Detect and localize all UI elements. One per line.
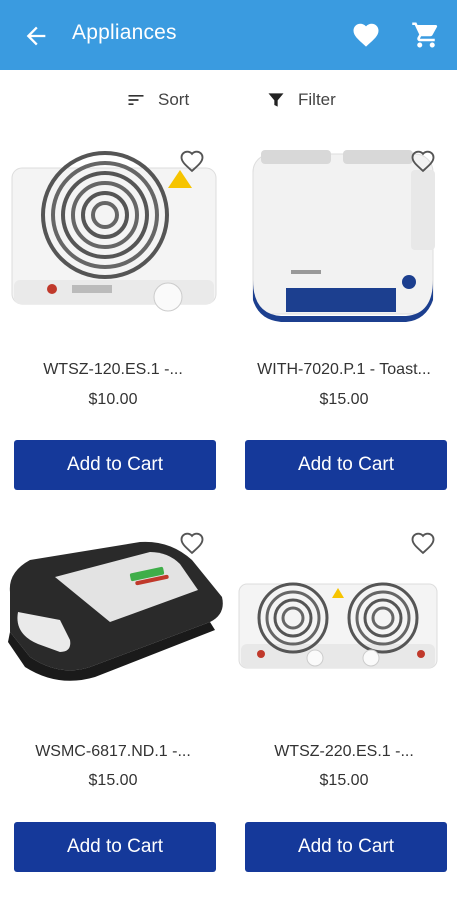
- sort-filter-bar: Sort Filter: [0, 80, 457, 120]
- arrow-left-icon[interactable]: [22, 22, 50, 50]
- product-name[interactable]: WSMC-6817.ND.1 -...: [0, 743, 226, 761]
- product-name[interactable]: WTSZ-120.ES.1 -...: [0, 361, 226, 379]
- product-name[interactable]: WTSZ-220.ES.1 -...: [231, 743, 457, 761]
- product-card[interactable]: WITH-7020.P.1 - Toast... $15.00 Add to C…: [231, 140, 457, 500]
- heart-icon[interactable]: [351, 20, 381, 50]
- product-price: $15.00: [319, 772, 369, 789]
- product-price: $15.00: [319, 391, 369, 408]
- add-to-cart-button[interactable]: Add to Cart: [14, 822, 216, 872]
- filter-button[interactable]: Filter: [266, 86, 336, 114]
- add-to-cart-button[interactable]: Add to Cart: [245, 440, 447, 490]
- app-bar: Appliances: [0, 0, 457, 70]
- add-to-cart-button[interactable]: Add to Cart: [14, 440, 216, 490]
- product-name[interactable]: WITH-7020.P.1 - Toast...: [231, 361, 457, 379]
- product-card[interactable]: WTSZ-220.ES.1 -... $15.00 Add to Cart: [231, 522, 457, 882]
- heart-outline-icon[interactable]: [409, 147, 437, 175]
- sort-label: Sort: [158, 90, 190, 109]
- product-card[interactable]: WTSZ-120.ES.1 -... $10.00 Add to Cart: [0, 140, 226, 500]
- sort-button[interactable]: Sort: [126, 86, 189, 114]
- product-price: $15.00: [88, 772, 138, 789]
- heart-outline-icon[interactable]: [178, 529, 206, 557]
- product-card[interactable]: WSMC-6817.ND.1 -... $15.00 Add to Cart: [0, 522, 226, 882]
- page-title: Appliances: [72, 21, 177, 44]
- filter-icon: [268, 93, 284, 107]
- heart-outline-icon[interactable]: [178, 147, 206, 175]
- cart-icon[interactable]: [411, 20, 441, 50]
- add-to-cart-button[interactable]: Add to Cart: [245, 822, 447, 872]
- sort-icon: [128, 95, 144, 105]
- heart-outline-icon[interactable]: [409, 529, 437, 557]
- filter-label: Filter: [298, 90, 336, 109]
- product-price: $10.00: [88, 391, 138, 408]
